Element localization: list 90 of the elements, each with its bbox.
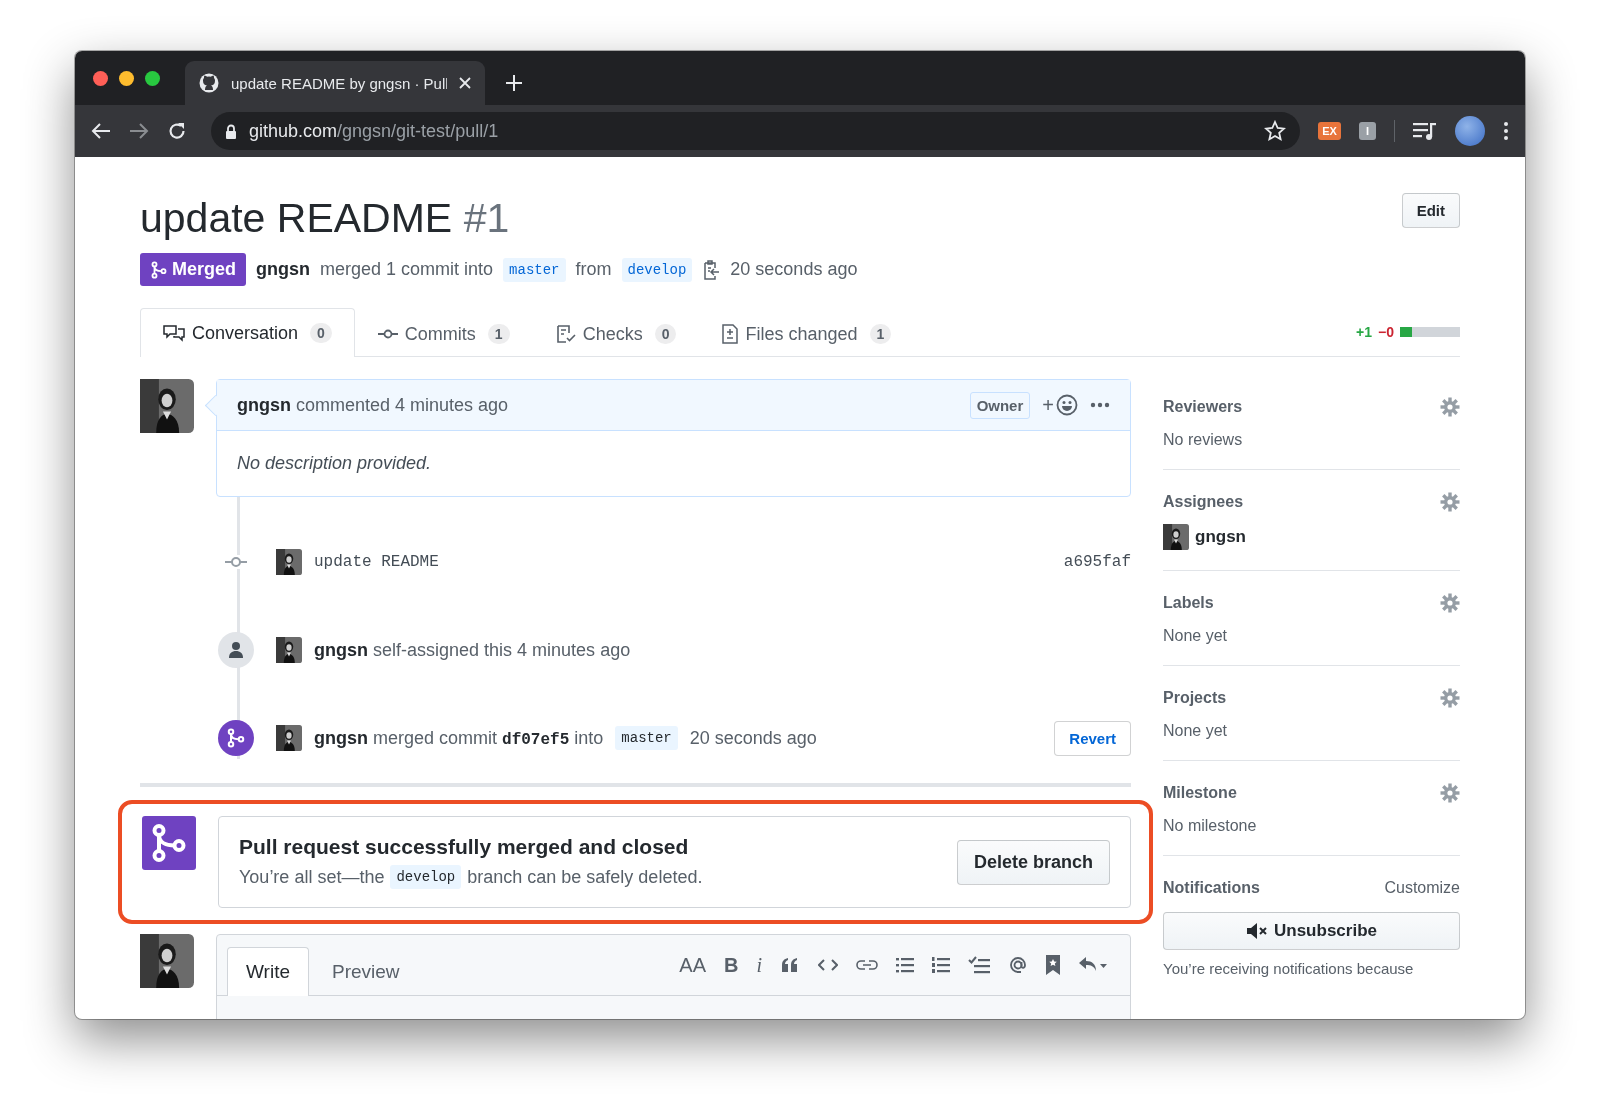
profile-avatar[interactable] <box>1455 116 1485 146</box>
merge-status-text: You’re all set—the <box>239 866 385 888</box>
merge-status-title: Pull request successfully merged and closed <box>239 835 690 859</box>
media-icon[interactable] <box>1413 121 1437 141</box>
section-value: No milestone <box>1163 817 1258 835</box>
delete-branch-button[interactable]: Delete branch <box>956 839 1110 885</box>
numbered-list-icon[interactable] <box>932 956 950 974</box>
commit-icon <box>377 327 398 341</box>
section-heading: Reviewers <box>1163 398 1243 416</box>
bulleted-list-icon[interactable] <box>896 957 914 973</box>
section-heading: Notifications <box>1163 879 1260 897</box>
settings-icon[interactable] <box>1440 593 1460 613</box>
pull-request-title: update README #1 <box>140 194 510 243</box>
commit-message[interactable]: update README <box>314 553 439 571</box>
bookmark-icon[interactable] <box>1046 955 1060 975</box>
additions-count: +1 <box>1356 324 1373 340</box>
comment-header: gngsn commented 4 minutes ago <box>237 394 510 416</box>
merge-status-text: branch can be safely deleted. <box>467 866 703 888</box>
merge-icon <box>150 260 168 279</box>
event-text: gngsn merged commit df07ef5 into <box>314 727 604 749</box>
heading-tool[interactable]: AA <box>679 953 706 977</box>
branch-name[interactable]: develop <box>390 865 462 889</box>
lock-icon <box>225 123 237 139</box>
author-link[interactable]: gngsn <box>256 259 310 280</box>
unsubscribe-button[interactable]: Unsubscribe <box>1163 912 1460 950</box>
window-zoom-button[interactable] <box>145 70 160 86</box>
tab[interactable]: Files changed 1 <box>699 310 915 357</box>
deletions-count: −0 <box>1378 324 1394 340</box>
commit-sha[interactable]: a695faf <box>1063 553 1131 571</box>
editor-tab[interactable]: Write <box>227 947 309 996</box>
settings-icon[interactable] <box>1440 492 1460 512</box>
revert-button[interactable]: Revert <box>1054 720 1131 756</box>
add-reaction-button[interactable]: + <box>1042 393 1078 417</box>
tab[interactable]: Checks 0 <box>532 310 700 357</box>
settings-icon[interactable] <box>1440 783 1460 803</box>
browser-tab[interactable]: update README by gngsn · Pull <box>185 61 485 105</box>
section-value: No reviews <box>1163 431 1244 449</box>
tab[interactable]: Conversation 0 <box>140 308 355 357</box>
section-heading: Projects <box>1163 689 1227 707</box>
more-icon[interactable] <box>1090 402 1110 408</box>
smiley-icon <box>1056 394 1078 416</box>
diffstat-bar <box>1400 327 1460 337</box>
merge-summary: merged 1 commit into <box>320 259 494 280</box>
link-icon[interactable] <box>856 957 878 973</box>
settings-icon[interactable] <box>1440 688 1460 708</box>
tab[interactable]: Commits 1 <box>354 310 533 357</box>
bold-tool[interactable]: B <box>724 953 739 977</box>
window-minimize-button[interactable] <box>119 70 134 86</box>
reload-icon[interactable] <box>167 121 187 141</box>
back-icon[interactable] <box>91 122 111 140</box>
mute-icon <box>1246 922 1268 940</box>
window-close-button[interactable] <box>93 70 108 86</box>
comment-icon <box>163 324 185 342</box>
owner-label: Owner <box>969 391 1031 419</box>
quote-icon[interactable] <box>780 956 800 974</box>
italic-tool[interactable]: i <box>756 953 762 977</box>
event-text: gngsn self-assigned this 4 minutes ago <box>314 639 631 661</box>
assignee-name[interactable]: gngsn <box>1195 527 1246 547</box>
notification-note: You’re receiving notifications because <box>1163 960 1415 977</box>
branch-name[interactable]: master <box>615 726 678 750</box>
status-badge: Merged <box>140 253 246 286</box>
checklist-icon <box>555 325 576 343</box>
copy-icon[interactable] <box>702 259 721 280</box>
section-heading: Assignees <box>1163 493 1244 511</box>
new-tab-icon[interactable] <box>505 74 523 92</box>
branch-name[interactable]: master <box>503 257 566 282</box>
address-bar[interactable]: github.com/gngsn/git-test/pull/1 <box>211 112 1301 150</box>
section-heading: Milestone <box>1163 784 1237 802</box>
branch-name[interactable]: develop <box>621 257 693 282</box>
star-icon[interactable] <box>1264 120 1287 142</box>
edit-button[interactable]: Edit <box>1401 193 1460 228</box>
code-icon[interactable] <box>818 958 838 972</box>
customize-link[interactable]: Customize <box>1384 879 1460 897</box>
task-list-icon[interactable] <box>968 956 990 974</box>
from-text: from <box>575 259 612 280</box>
comment-body: No description provided. <box>236 452 433 475</box>
file-diff-icon <box>722 324 739 344</box>
merge-time: 20 seconds ago <box>730 259 858 280</box>
event-time: 20 seconds ago <box>689 727 817 749</box>
settings-icon[interactable] <box>1440 397 1460 417</box>
section-value: None yet <box>1163 722 1229 740</box>
merge-glyph-icon <box>226 728 246 748</box>
section-heading: Labels <box>1163 594 1214 612</box>
menu-icon[interactable] <box>1503 121 1509 141</box>
logo-icon <box>199 73 219 93</box>
mention-icon[interactable] <box>1008 955 1028 975</box>
close-icon[interactable] <box>459 77 471 89</box>
section-value: None yet <box>1163 627 1229 645</box>
editor-tab[interactable]: Preview <box>313 947 419 996</box>
forward-icon[interactable] <box>129 122 149 140</box>
